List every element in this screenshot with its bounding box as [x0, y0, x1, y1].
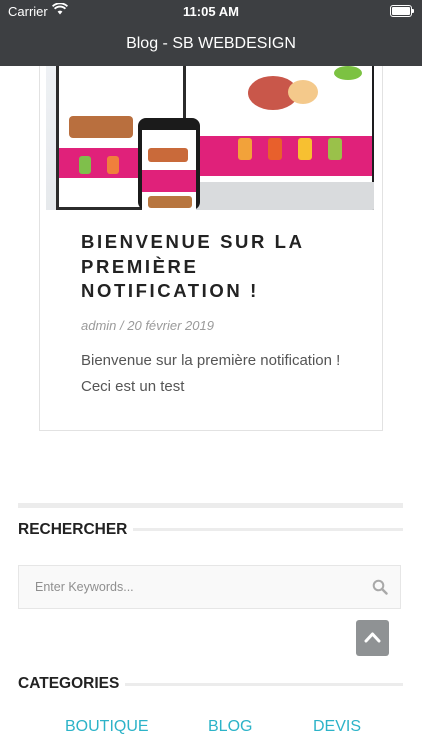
post-title[interactable]: BIENVENUE SUR LA PREMIÈRE NOTIFICATION ! [81, 230, 351, 304]
phone-screen [142, 130, 196, 210]
widget-divider [18, 503, 403, 508]
chevron-up-icon [364, 632, 381, 643]
phone-mockup [138, 118, 200, 210]
drink-graphic [107, 156, 119, 174]
drink-graphic [268, 138, 282, 160]
post-meta: admin / 20 février 2019 [81, 318, 214, 333]
category-link-devis[interactable]: DEVIS [313, 718, 361, 736]
food-graphic [148, 148, 188, 162]
desktop-screen [178, 66, 372, 182]
status-bar: Carrier 11:05 AM [0, 0, 422, 22]
heading-rule [128, 528, 403, 531]
desktop-mockup [172, 66, 374, 210]
drink-graphic [79, 156, 91, 174]
scroll-to-top-button[interactable] [356, 620, 389, 656]
search-box [18, 565, 401, 609]
search-input[interactable] [19, 566, 359, 608]
drink-graphic [238, 138, 252, 160]
status-time: 11:05 AM [183, 4, 239, 19]
battery-icon [390, 5, 414, 17]
search-widget-heading: RECHERCHER [18, 521, 134, 539]
categories-widget-heading: CATEGORIES [18, 675, 126, 693]
desktop-chin [172, 182, 374, 210]
post-excerpt: Bienvenue sur la première notification !… [81, 352, 341, 395]
pink-band [142, 170, 196, 192]
post-featured-image[interactable] [46, 66, 374, 210]
page-title: Blog - SB WEBDESIGN [126, 35, 296, 52]
navigation-bar: Blog - SB WEBDESIGN [0, 22, 422, 66]
category-link-blog[interactable]: BLOG [208, 718, 252, 736]
drink-graphic [328, 138, 342, 160]
category-link-boutique[interactable]: BOUTIQUE [65, 718, 149, 736]
food-graphic [69, 116, 133, 138]
brand-logo-graphic [334, 66, 362, 80]
food-graphic [148, 196, 192, 208]
heading-rule [120, 683, 403, 686]
search-icon[interactable] [372, 579, 388, 595]
food-graphic [288, 80, 318, 104]
post-card[interactable]: BIENVENUE SUR LA PREMIÈRE NOTIFICATION !… [39, 66, 383, 431]
drink-graphic [298, 138, 312, 160]
